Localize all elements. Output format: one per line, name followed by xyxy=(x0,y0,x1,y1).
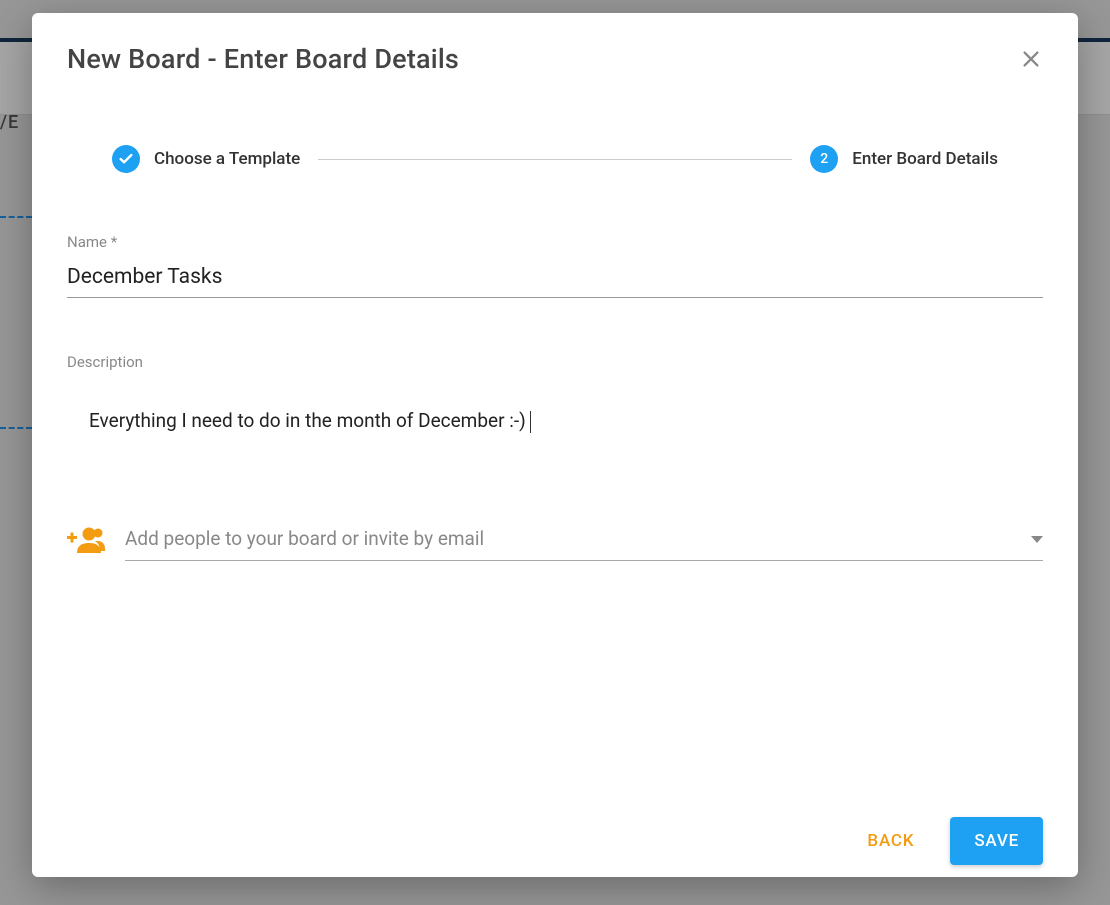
step-connector xyxy=(318,159,792,160)
description-label: Description xyxy=(67,353,1043,371)
modal-footer: BACK SAVE xyxy=(859,817,1043,865)
description-input[interactable]: Everything I need to do in the month of … xyxy=(67,381,1043,511)
step-1[interactable]: Choose a Template xyxy=(112,145,300,173)
step-2-label: Enter Board Details xyxy=(852,149,998,169)
add-people-select[interactable]: Add people to your board or invite by em… xyxy=(125,521,1043,561)
step-2-circle: 2 xyxy=(810,145,838,173)
step-2-number: 2 xyxy=(820,151,828,167)
people-placeholder: Add people to your board or invite by em… xyxy=(125,527,484,550)
add-people-icon xyxy=(67,525,107,557)
modal-title: New Board - Enter Board Details xyxy=(67,43,459,75)
step-1-label: Choose a Template xyxy=(154,149,300,169)
name-field-group: Name * xyxy=(67,233,1043,298)
step-2: 2 Enter Board Details xyxy=(810,145,998,173)
stepper: Choose a Template 2 Enter Board Details xyxy=(32,75,1078,173)
modal-header: New Board - Enter Board Details xyxy=(32,13,1078,75)
check-icon xyxy=(118,151,134,167)
form-body: Name * Description Everything I need to … xyxy=(32,173,1078,561)
description-field-group: Description Everything I need to do in t… xyxy=(67,353,1043,511)
people-field-group: Add people to your board or invite by em… xyxy=(67,521,1043,561)
step-1-circle xyxy=(112,145,140,173)
name-label: Name * xyxy=(67,233,1043,251)
chevron-down-icon xyxy=(1031,529,1043,548)
new-board-modal: New Board - Enter Board Details Choose a… xyxy=(32,13,1078,877)
name-input[interactable] xyxy=(67,261,1043,298)
save-button[interactable]: SAVE xyxy=(950,817,1043,865)
back-button[interactable]: BACK xyxy=(859,819,922,863)
close-button[interactable] xyxy=(1019,47,1043,71)
close-icon xyxy=(1020,48,1042,70)
description-text: Everything I need to do in the month of … xyxy=(89,409,526,432)
